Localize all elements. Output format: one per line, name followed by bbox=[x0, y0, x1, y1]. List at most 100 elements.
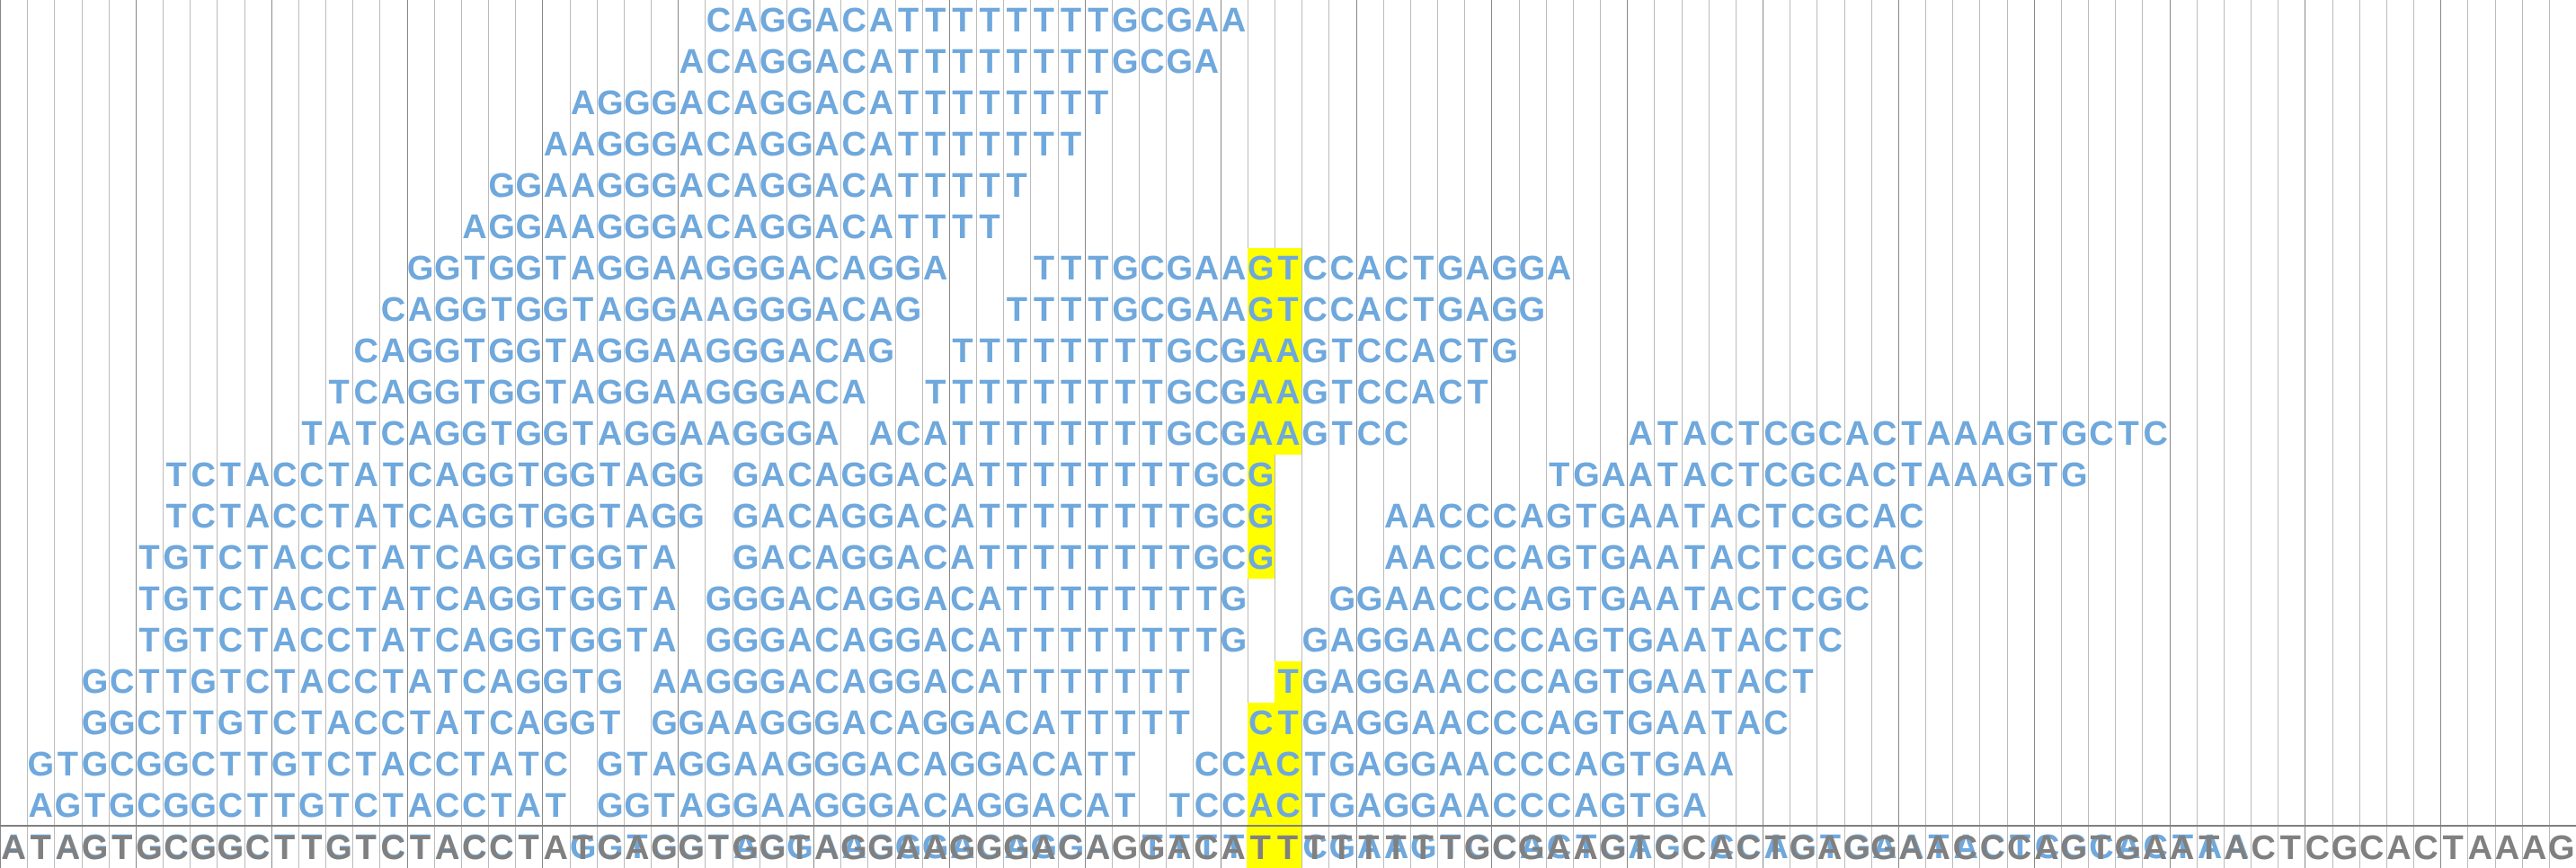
read: AACCCAGTGAATACTCGCAC bbox=[1383, 537, 1925, 579]
base-cell: T bbox=[1139, 372, 1166, 413]
base-cell: G bbox=[786, 289, 813, 331]
reference-base: A bbox=[1924, 827, 1951, 868]
reference-base: G bbox=[217, 827, 244, 868]
base-cell: A bbox=[813, 165, 840, 207]
base-cell: A bbox=[732, 207, 759, 248]
base-cell: A bbox=[1681, 785, 1708, 827]
base-cell: A bbox=[1410, 620, 1437, 661]
base-cell: A bbox=[895, 537, 922, 579]
base-cell: C bbox=[1871, 413, 1898, 455]
reference-base: A bbox=[2033, 827, 2060, 868]
base-cell: C bbox=[1843, 579, 1870, 620]
base-cell: G bbox=[569, 496, 596, 537]
base-cell: A bbox=[1248, 744, 1275, 785]
base-cell: T bbox=[1030, 537, 1057, 579]
base-cell: G bbox=[1166, 41, 1193, 83]
base-cell: G bbox=[1166, 248, 1193, 289]
base-cell: C bbox=[922, 537, 949, 579]
base-cell: G bbox=[569, 455, 596, 496]
base-cell: G bbox=[434, 289, 461, 331]
base-cell: C bbox=[813, 248, 840, 289]
base-cell: G bbox=[976, 785, 1003, 827]
reference-base: T bbox=[1301, 827, 1328, 868]
base-cell: G bbox=[1437, 248, 1464, 289]
base-cell: G bbox=[759, 289, 786, 331]
base-cell: G bbox=[733, 785, 759, 827]
base-cell: G bbox=[705, 579, 732, 620]
reference-base: G bbox=[1599, 827, 1626, 868]
base-cell: T bbox=[163, 455, 190, 496]
base-cell: C bbox=[352, 785, 379, 827]
reference-base: T bbox=[2087, 827, 2114, 868]
base-cell: T bbox=[1003, 0, 1030, 41]
base-cell: A bbox=[461, 537, 488, 579]
base-cell: A bbox=[27, 785, 54, 827]
base-cell: C bbox=[434, 579, 461, 620]
base-cell: C bbox=[1382, 413, 1409, 455]
base-cell: A bbox=[1736, 703, 1763, 744]
base-cell: C bbox=[271, 496, 298, 537]
base-cell: G bbox=[434, 248, 461, 289]
base-cell: A bbox=[1736, 661, 1763, 703]
base-cell: G bbox=[1627, 703, 1654, 744]
base-cell: C bbox=[1817, 455, 1843, 496]
base-cell: A bbox=[1709, 537, 1736, 579]
base-cell: T bbox=[515, 496, 542, 537]
base-cell: G bbox=[867, 496, 894, 537]
base-cell: A bbox=[678, 165, 705, 207]
base-cell: G bbox=[840, 744, 867, 785]
base-cell: T bbox=[1003, 496, 1030, 537]
base-cell: A bbox=[379, 620, 406, 661]
base-cell: T bbox=[1139, 703, 1166, 744]
read: ATACTCGCACTAAAGTGCTC bbox=[1627, 413, 2169, 455]
base-cell: T bbox=[894, 165, 921, 207]
base-cell: C bbox=[406, 455, 433, 496]
base-cell: T bbox=[244, 744, 271, 785]
base-cell: C bbox=[136, 703, 163, 744]
base-cell: A bbox=[1030, 703, 1057, 744]
base-cell: T bbox=[976, 207, 1003, 248]
base-cell: T bbox=[1275, 289, 1301, 331]
base-cell: G bbox=[922, 703, 949, 744]
base-cell: T bbox=[298, 744, 325, 785]
base-cell: C bbox=[190, 496, 217, 537]
base-cell: G bbox=[82, 661, 109, 703]
reference-base: G bbox=[2548, 827, 2575, 868]
read: TTTGCGAAGTCCACTGAGGA bbox=[1030, 248, 1572, 289]
reference-base: T bbox=[1626, 827, 1653, 868]
base-cell: G bbox=[867, 537, 894, 579]
base-cell: C bbox=[217, 579, 244, 620]
base-cell: A bbox=[1355, 289, 1382, 331]
base-cell: G bbox=[1600, 579, 1627, 620]
base-cell: T bbox=[949, 165, 976, 207]
base-cell: G bbox=[515, 620, 542, 661]
base-cell: G bbox=[733, 620, 759, 661]
base-cell: A bbox=[651, 661, 678, 703]
base-cell: C bbox=[840, 124, 867, 165]
read: TGTCTACCTATCAGGTGGTA bbox=[136, 579, 678, 620]
base-cell: A bbox=[352, 455, 379, 496]
base-cell: G bbox=[786, 413, 813, 455]
base-cell: A bbox=[867, 0, 894, 41]
base-cell: G bbox=[1220, 620, 1247, 661]
base-cell: T bbox=[542, 372, 569, 413]
read: CTGAGGAACCCAGTGAATAC bbox=[1248, 703, 1790, 744]
base-cell: T bbox=[1166, 620, 1193, 661]
base-cell: T bbox=[325, 785, 352, 827]
base-cell: T bbox=[1003, 620, 1030, 661]
base-cell: G bbox=[786, 207, 813, 248]
base-cell: A bbox=[976, 703, 1003, 744]
reference-base: T bbox=[2277, 827, 2304, 868]
base-cell: A bbox=[325, 703, 352, 744]
base-cell: G bbox=[542, 703, 569, 744]
base-cell: G bbox=[786, 124, 813, 165]
base-cell: A bbox=[705, 703, 732, 744]
base-cell: T bbox=[976, 372, 1003, 413]
base-cell: G bbox=[597, 620, 624, 661]
base-cell: G bbox=[894, 289, 921, 331]
base-cell: T bbox=[1790, 661, 1817, 703]
base-cell: G bbox=[840, 785, 867, 827]
base-cell: G bbox=[488, 537, 515, 579]
base-cell: T bbox=[949, 372, 976, 413]
base-cell: A bbox=[1546, 620, 1573, 661]
